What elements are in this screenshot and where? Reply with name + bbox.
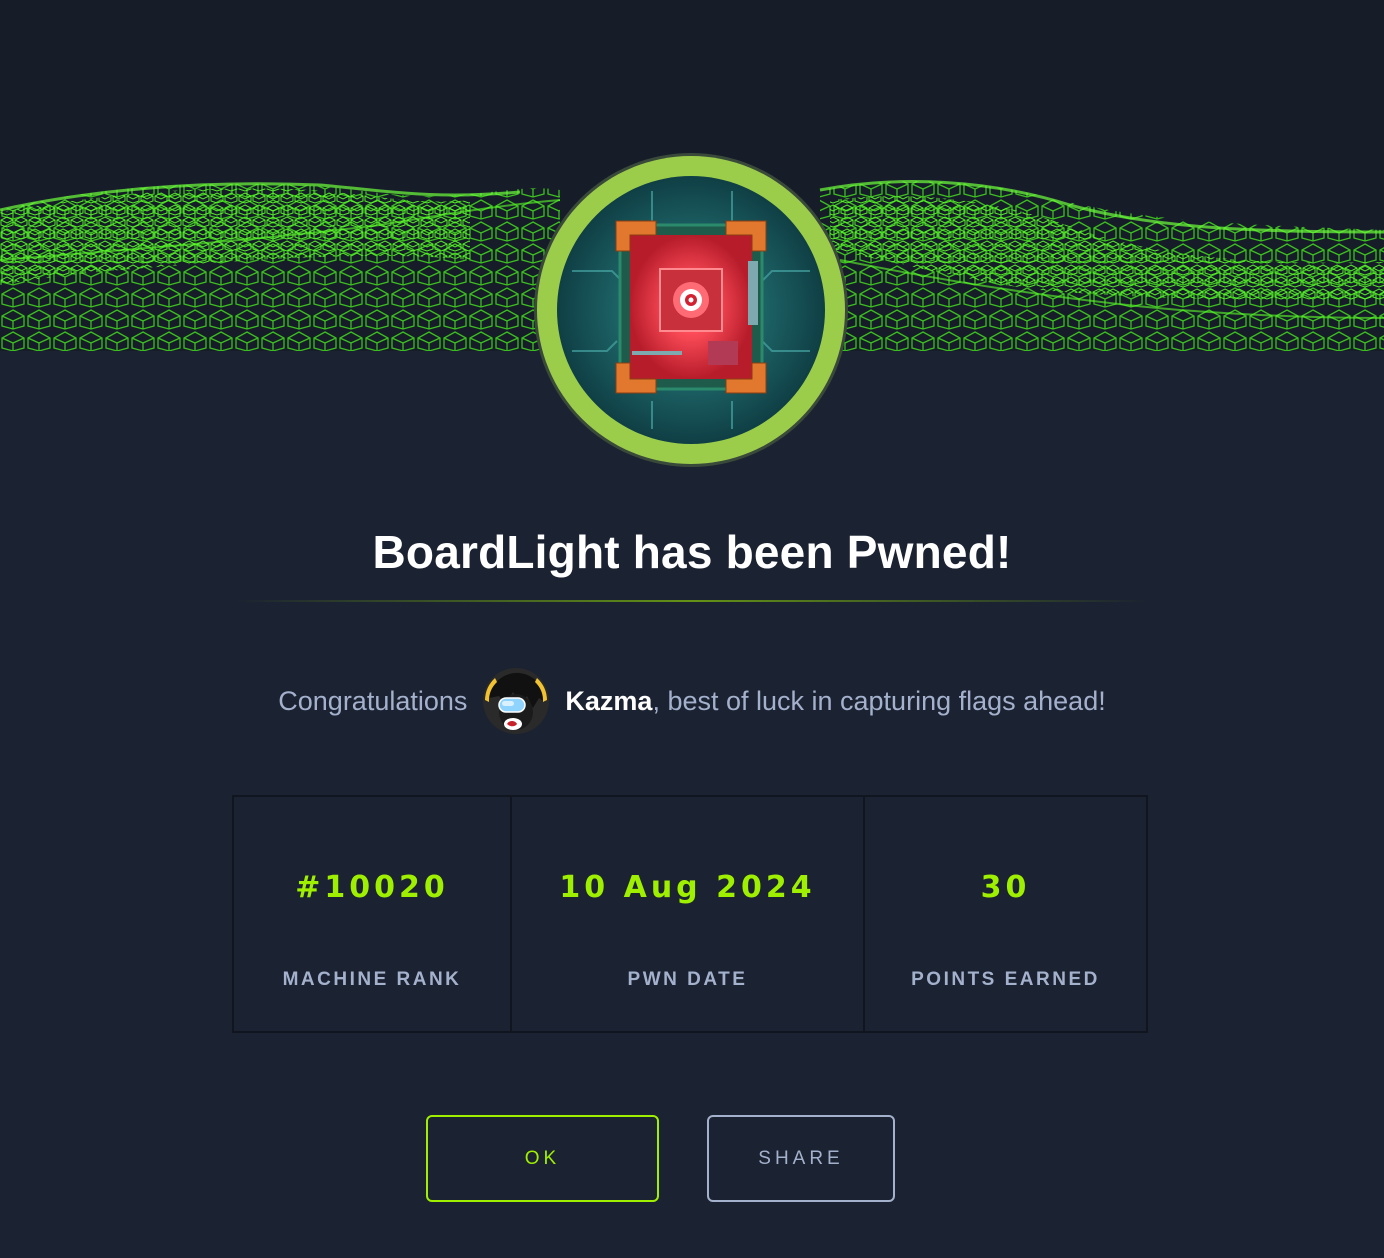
stat-points-earned: 30 POINTS EARNED	[865, 797, 1146, 1031]
stat-label: MACHINE RANK	[282, 969, 462, 990]
stat-value: 30	[980, 870, 1031, 905]
stat-value: #10020	[295, 870, 449, 905]
machine-badge	[532, 151, 850, 469]
congrats-prefix: Congratulations	[278, 685, 468, 716]
stat-pwn-date: 10 Aug 2024 PWN DATE	[512, 797, 865, 1031]
stat-label: POINTS EARNED	[911, 969, 1100, 990]
title-divider	[236, 600, 1148, 602]
stat-value: 10 Aug 2024	[559, 870, 816, 905]
circuit-board-icon	[534, 153, 848, 467]
user-avatar[interactable]	[483, 668, 550, 734]
congrats-message: Congratulations Kazma , best of luck in …	[0, 666, 1384, 736]
page-title: BoardLight has been Pwned!	[372, 526, 1012, 578]
stats-panel: #10020 MACHINE RANK 10 Aug 2024 PWN DATE…	[232, 795, 1148, 1033]
stat-machine-rank: #10020 MACHINE RANK	[234, 797, 512, 1031]
congrats-suffix: , best of luck in capturing flags ahead!	[652, 685, 1106, 716]
avatar-image	[483, 668, 550, 734]
username[interactable]: Kazma	[565, 686, 652, 717]
stat-label: PWN DATE	[627, 969, 748, 990]
share-button[interactable]: SHARE	[707, 1115, 895, 1202]
ok-button[interactable]: OK	[426, 1115, 659, 1202]
